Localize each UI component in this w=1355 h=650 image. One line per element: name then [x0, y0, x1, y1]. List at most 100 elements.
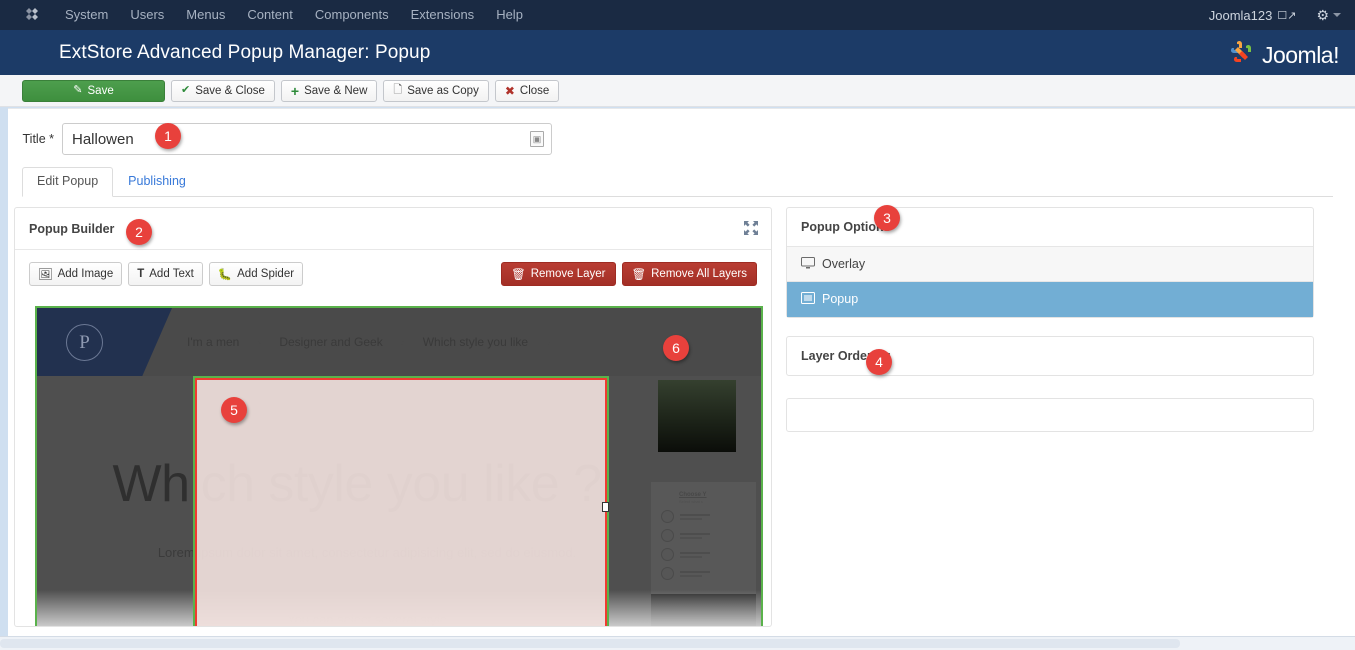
chevron-right-icon: ›	[546, 335, 551, 349]
add-spider-button[interactable]: 🐛 Add Spider	[208, 262, 304, 286]
popup-builder-panel: Popup Builder 🖼 Add Image T Add Text 🐛 A…	[14, 207, 772, 627]
monitor-icon	[801, 256, 815, 272]
save-button[interactable]: ✎ Save	[22, 79, 165, 102]
article-picker-icon[interactable]: ▣	[530, 131, 544, 147]
marker-badge-6: 6	[663, 335, 689, 361]
expand-arrows-icon[interactable]	[743, 220, 759, 236]
menu-item-users[interactable]: Users	[119, 0, 175, 30]
popup-builder-heading: Popup Builder	[29, 221, 115, 236]
close-circle-icon: ✖	[504, 83, 515, 98]
page-title: ExtStore Advanced Popup Manager: Popup	[59, 41, 431, 63]
option-row-popup[interactable]: Popup	[787, 282, 1313, 317]
marker-badge-4: 4	[866, 349, 892, 375]
builder-toolbar: 🖼 Add Image T Add Text 🐛 Add Spider 🗑 Re…	[15, 250, 771, 298]
trash-icon: 🗑	[511, 269, 526, 281]
admin-top-bar: System Users Menus Content Components Ex…	[0, 0, 1355, 30]
save-as-copy-label: Save as Copy	[407, 84, 479, 97]
menu-item-components[interactable]: Components	[304, 0, 400, 30]
chevron-down-icon[interactable]	[1333, 13, 1341, 17]
preview-card-icon	[661, 529, 674, 542]
text-icon: T	[137, 268, 145, 280]
preview-nav-item-1: Designer and Geek	[279, 335, 383, 349]
save-and-new-button[interactable]: + Save & New	[280, 79, 378, 102]
remove-all-layers-button[interactable]: 🗑 Remove All Layers	[621, 262, 757, 286]
add-text-label: Add Text	[149, 268, 194, 280]
close-button-label: Close	[519, 84, 550, 97]
title-input-wrap: ▣	[62, 123, 552, 155]
popup-options-card: Popup Options Overlay Popup	[786, 207, 1314, 318]
title-row: Title * ▣	[0, 123, 552, 155]
preview-card-icon	[661, 548, 674, 561]
page-subheader: ExtStore Advanced Popup Manager: Popup J…	[0, 30, 1355, 75]
user-name-label[interactable]: Joomla123	[1209, 8, 1273, 23]
tab-bar: Edit Popup Publishing	[22, 167, 1333, 197]
builder-danger-actions: 🗑 Remove Layer 🗑 Remove All Layers	[495, 262, 757, 286]
popup-preview-canvas[interactable]: P I'm a men › Designer and Geek › Which …	[35, 306, 763, 626]
popup-options-list: Overlay Popup	[787, 246, 1313, 317]
save-and-close-button[interactable]: ✔ Save & Close	[171, 79, 275, 102]
preview-card-row	[661, 529, 756, 542]
preview-card-icon	[661, 510, 674, 523]
add-spider-label: Add Spider	[237, 268, 295, 280]
plus-icon: +	[290, 82, 300, 99]
gear-icon[interactable]: ⚙	[1316, 8, 1329, 22]
joomla-brand-icon	[1226, 38, 1258, 73]
admin-menu: System Users Menus Content Components Ex…	[54, 0, 534, 30]
remove-layer-button[interactable]: 🗑 Remove Layer	[501, 262, 616, 286]
remove-all-layers-label: Remove All Layers	[651, 268, 747, 280]
joomla-logo-icon[interactable]	[22, 5, 42, 25]
brand-wordmark: Joomla!	[1261, 42, 1340, 68]
preview-card-icon	[661, 567, 674, 580]
preview-nav-item-2: Which style you like	[422, 335, 529, 349]
menu-item-system[interactable]: System	[54, 0, 119, 30]
title-input[interactable]	[62, 123, 552, 155]
right-panel: Popup Options Overlay Popup Layer Orderi…	[786, 207, 1314, 432]
popup-window-icon	[801, 291, 815, 307]
image-icon: 🖼	[38, 269, 53, 281]
external-link-icon: ☐↗	[1277, 9, 1297, 22]
preview-choice-card: Choose Y Select what s	[651, 482, 756, 602]
preview-card-row	[661, 510, 756, 523]
copy-icon: 🗋	[393, 84, 403, 96]
spider-icon: 🐛	[217, 269, 233, 281]
add-image-button[interactable]: 🖼 Add Image	[29, 262, 123, 286]
marker-badge-5: 5	[221, 397, 247, 423]
horizontal-scrollbar[interactable]	[0, 636, 1355, 650]
marker-badge-3: 3	[874, 205, 900, 231]
check-icon: ✔	[181, 84, 191, 96]
option-row-overlay[interactable]: Overlay	[787, 247, 1313, 282]
add-text-button[interactable]: T Add Text	[128, 262, 203, 286]
scrollbar-thumb[interactable]	[0, 639, 1180, 648]
menu-item-extensions[interactable]: Extensions	[400, 0, 486, 30]
menu-item-menus[interactable]: Menus	[175, 0, 236, 30]
preview-card-row	[661, 567, 756, 580]
popup-options-heading: Popup Options	[801, 220, 891, 234]
left-rail	[0, 108, 8, 636]
save-as-copy-button[interactable]: 🗋 Save as Copy	[383, 79, 489, 102]
close-button[interactable]: ✖ Close	[494, 79, 560, 102]
chevron-right-icon: ›	[400, 335, 405, 349]
preview-site-header: P I'm a men › Designer and Geek › Which …	[37, 308, 761, 376]
tab-edit-popup[interactable]: Edit Popup	[22, 167, 114, 197]
preview-forest-thumbnail	[658, 380, 736, 452]
menu-item-content[interactable]: Content	[236, 0, 304, 30]
preview-logo-glyph: P	[66, 324, 103, 361]
action-toolbar: ✎ Save ✔ Save & Close + Save & New 🗋 Sav…	[0, 75, 1355, 107]
save-button-label: Save	[87, 84, 114, 97]
layer-ordering-list[interactable]	[786, 398, 1314, 432]
page-content: Title * ▣ Edit Popup Publishing Popup Bu…	[0, 108, 1355, 642]
selected-layer[interactable]	[193, 376, 609, 626]
resize-handle-east[interactable]	[602, 502, 609, 512]
option-label-popup: Popup	[822, 292, 859, 306]
menu-item-help[interactable]: Help	[485, 0, 534, 30]
marker-badge-2: 2	[126, 219, 152, 245]
preview-site-logo: P	[37, 308, 172, 376]
layer-ordering-card: Layer Ordering	[786, 336, 1314, 376]
marker-badge-1: 1	[155, 123, 181, 149]
option-label-overlay: Overlay	[822, 257, 866, 271]
preview-card-row	[661, 548, 756, 561]
preview-card-subtitle: Select what s	[679, 499, 703, 504]
save-and-close-label: Save & Close	[195, 84, 265, 97]
save-and-new-label: Save & New	[304, 84, 368, 97]
tab-publishing[interactable]: Publishing	[113, 167, 201, 197]
